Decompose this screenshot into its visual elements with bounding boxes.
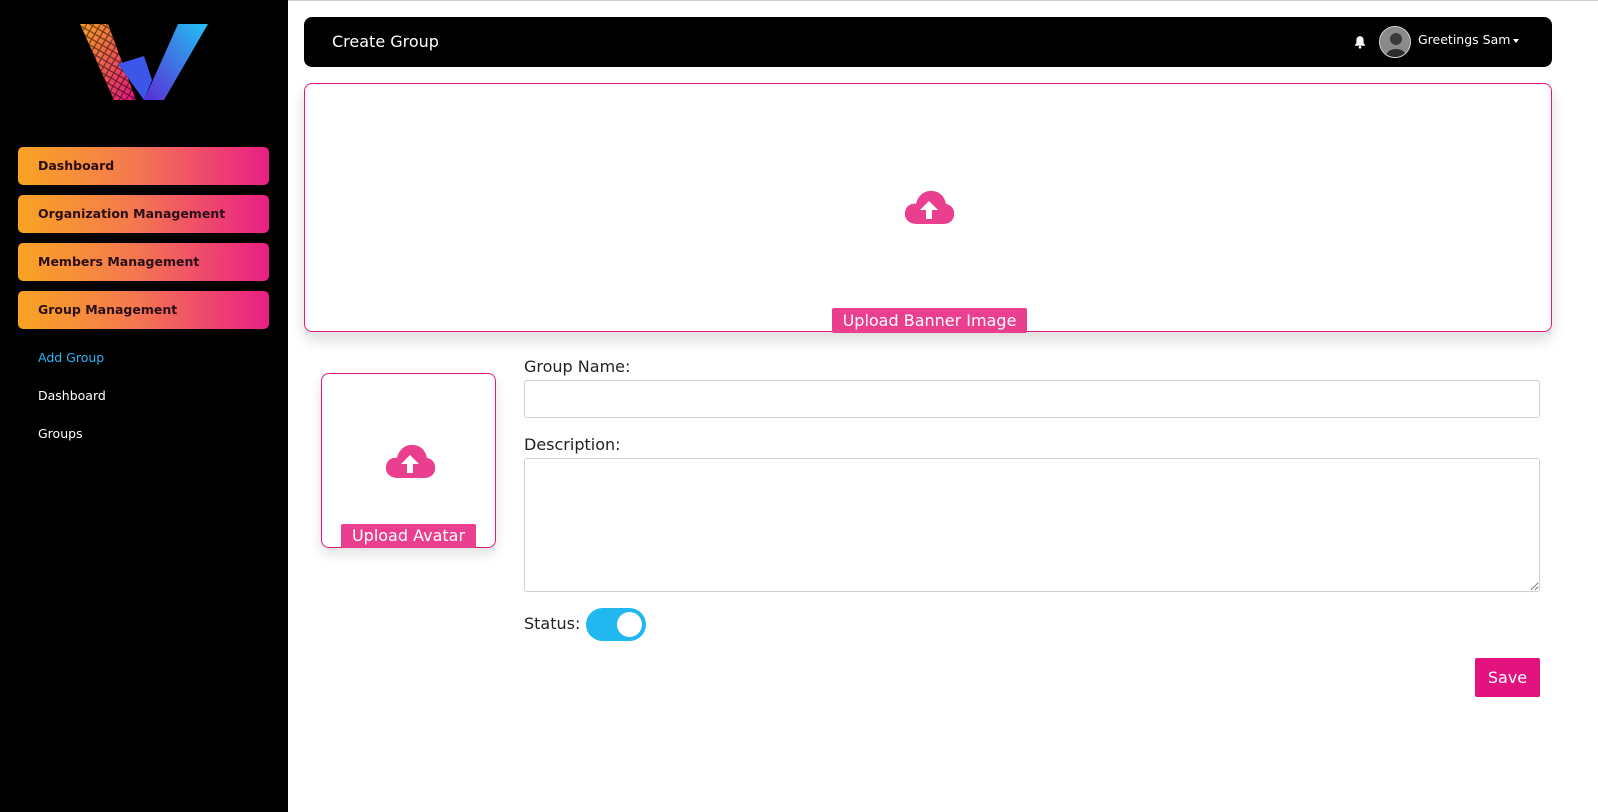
description-label: Description:	[524, 435, 621, 454]
status-label: Status:	[524, 614, 581, 633]
status-toggle[interactable]	[586, 608, 646, 641]
cloud-upload-icon	[904, 190, 955, 224]
upload-banner-label[interactable]: Upload Banner Image	[832, 308, 1027, 333]
upload-avatar-label[interactable]: Upload Avatar	[341, 524, 476, 548]
page-title: Create Group	[332, 32, 439, 51]
user-menu-toggle[interactable]: Greetings Sam	[1418, 17, 1520, 63]
bell-icon[interactable]	[1352, 34, 1368, 50]
avatar-photo	[1380, 27, 1410, 57]
nav-dashboard[interactable]: Dashboard	[18, 147, 269, 185]
user-avatar[interactable]	[1379, 26, 1411, 58]
description-textarea[interactable]	[524, 458, 1540, 592]
toggle-knob	[617, 612, 642, 637]
save-button[interactable]: Save	[1475, 658, 1540, 697]
group-name-label: Group Name:	[524, 357, 631, 376]
page-header: Create Group Greetings Sam	[304, 17, 1552, 67]
nav-group-management[interactable]: Group Management	[18, 291, 269, 329]
banner-upload-area[interactable]: Upload Banner Image	[304, 83, 1552, 333]
brand-logo	[80, 24, 208, 100]
sidebar: Dashboard Organization Management Member…	[0, 0, 288, 812]
group-name-input[interactable]	[524, 380, 1540, 418]
sub-item-add-group[interactable]: Add Group	[38, 350, 104, 365]
sub-item-dashboard[interactable]: Dashboard	[38, 388, 106, 403]
sub-item-groups[interactable]: Groups	[38, 426, 83, 441]
caret-down-icon	[1513, 38, 1520, 43]
greeting-text: Greetings Sam	[1418, 32, 1511, 47]
cloud-upload-icon	[385, 444, 436, 478]
nav-members-management[interactable]: Members Management	[18, 243, 269, 281]
avatar-upload-area[interactable]: Upload Avatar	[321, 373, 496, 548]
nav-organization-management[interactable]: Organization Management	[18, 195, 269, 233]
